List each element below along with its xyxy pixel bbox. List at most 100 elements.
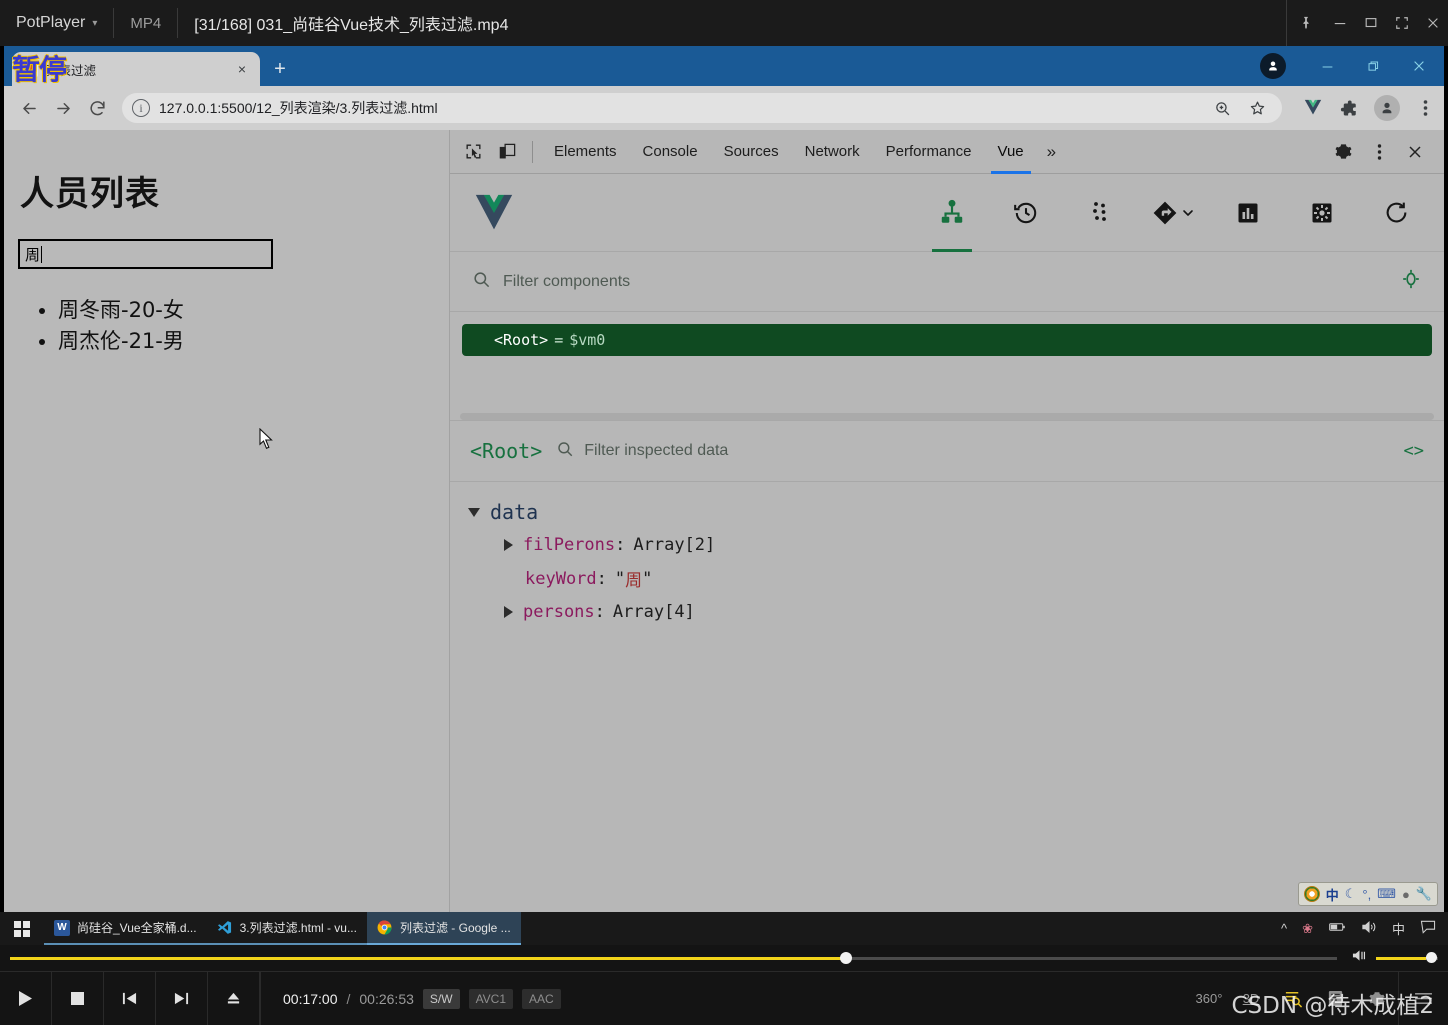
volume-slider[interactable] (1376, 952, 1438, 963)
inspect-element-icon[interactable] (456, 135, 490, 169)
tab-console[interactable]: Console (630, 130, 711, 174)
tab-performance[interactable]: Performance (873, 130, 985, 174)
forward-arrow-icon[interactable] (46, 91, 80, 125)
close-tab-icon[interactable]: × (232, 59, 252, 79)
badge-sw[interactable]: S/W (422, 988, 460, 1009)
close-icon[interactable] (1417, 0, 1448, 46)
seek-progress (10, 956, 846, 960)
badge-audio-codec[interactable]: AAC (522, 988, 561, 1009)
volume-icon[interactable] (1351, 948, 1368, 968)
taskbar-item-chrome[interactable]: 列表过滤 - Google ... (366, 912, 521, 945)
battery-icon[interactable] (1328, 921, 1346, 936)
pin-icon[interactable] (1286, 0, 1324, 46)
star-icon[interactable] (1246, 97, 1268, 119)
ime-mode-label[interactable]: 中 (1326, 885, 1339, 904)
minimize-icon[interactable] (1304, 46, 1350, 86)
vr-360-button[interactable]: 360° (1188, 972, 1230, 1025)
play-button[interactable] (0, 971, 52, 1025)
playlist-icon[interactable] (1314, 972, 1356, 1025)
chevron-down-icon[interactable] (468, 507, 480, 517)
search-input[interactable]: 周 (18, 239, 273, 269)
data-row[interactable]: persons: Array[4] (504, 602, 1444, 622)
user-icon[interactable]: ● (1402, 887, 1410, 902)
tab-network[interactable]: Network (792, 130, 873, 174)
reload-icon[interactable] (80, 91, 114, 125)
zoom-icon[interactable] (1211, 97, 1233, 119)
tab-elements[interactable]: Elements (541, 130, 630, 174)
vue-devtools-extension-icon[interactable] (1302, 97, 1324, 119)
moon-icon[interactable]: ☾ (1345, 886, 1357, 902)
keyboard-icon[interactable]: ⌨ (1377, 886, 1396, 902)
notifications-icon[interactable] (1420, 920, 1436, 937)
component-tree-scrollbar[interactable] (460, 413, 1434, 420)
eject-button[interactable] (208, 971, 260, 1025)
select-component-target-icon[interactable] (1400, 268, 1422, 295)
toolbox-icon[interactable]: 🔧 (1416, 886, 1432, 902)
restore-icon[interactable] (1350, 46, 1396, 86)
stop-button[interactable] (52, 971, 104, 1025)
profile-icon[interactable] (1374, 95, 1400, 121)
devtools-close-icon[interactable] (1398, 135, 1432, 169)
filter-components-input[interactable]: Filter components (503, 273, 630, 291)
components-tree-icon[interactable] (926, 184, 978, 252)
url-text: 127.0.0.1:5500/12_列表渲染/3.列表过滤.html (159, 100, 438, 116)
tab-vue[interactable]: Vue (985, 130, 1037, 174)
chrome-menu-icon[interactable] (1414, 97, 1436, 119)
close-icon[interactable] (1396, 46, 1442, 86)
previous-button[interactable] (104, 971, 156, 1025)
playlist-search-icon[interactable] (1272, 972, 1314, 1025)
vue-panel-header (450, 174, 1444, 252)
flower-icon[interactable]: ❀ (1302, 921, 1313, 937)
3d-button[interactable]: 3D (1230, 972, 1272, 1025)
seek-handle[interactable] (840, 952, 852, 964)
refresh-icon[interactable] (1370, 184, 1422, 242)
plugin-settings-icon[interactable] (1296, 184, 1348, 242)
devtools-more-icon[interactable] (1362, 135, 1396, 169)
device-toolbar-icon[interactable] (490, 135, 524, 169)
seek-slider[interactable] (10, 952, 1337, 964)
data-row[interactable]: keyWord: " 周 " (525, 566, 1444, 592)
sogou-logo-icon[interactable] (1303, 886, 1320, 902)
potplayer-app-menu[interactable]: PotPlayer ▾ (0, 0, 113, 46)
tab-sources[interactable]: Sources (711, 130, 792, 174)
fullscreen-icon[interactable] (1386, 0, 1417, 46)
badge-video-codec[interactable]: AVC1 (468, 988, 514, 1009)
component-tree-row-root[interactable]: <Root> = $vm0 (462, 324, 1432, 356)
volume-handle[interactable] (1426, 952, 1437, 963)
filter-inspected-data-input[interactable]: Filter inspected data (584, 442, 728, 460)
chrome-window-buttons (1260, 46, 1444, 86)
show-hidden-icons-chevron[interactable]: ^ (1281, 921, 1287, 936)
edit-code-icon[interactable]: <> (1404, 441, 1424, 461)
ime-language-label[interactable]: 中 (1392, 919, 1405, 938)
address-bar[interactable]: i 127.0.0.1:5500/12_列表渲染/3.列表过滤.html (122, 93, 1282, 123)
volume-icon[interactable] (1361, 920, 1377, 937)
data-group-header[interactable]: data (468, 500, 1444, 524)
punctuation-icon[interactable]: °, (1362, 887, 1371, 902)
chevron-right-icon[interactable] (504, 606, 513, 618)
timeline-history-icon[interactable] (1000, 184, 1052, 242)
devtools-settings-gear-icon[interactable] (1326, 135, 1360, 169)
extensions-puzzle-icon[interactable] (1338, 97, 1360, 119)
filter-components-bar[interactable]: Filter components (450, 252, 1444, 312)
routes-icon[interactable] (1148, 184, 1200, 242)
devtools-actions (1326, 135, 1438, 169)
ime-toolbar[interactable]: 中 ☾ °, ⌨ ● 🔧 (1297, 882, 1438, 906)
settings-icon[interactable] (1356, 972, 1398, 1025)
minimize-icon[interactable] (1324, 0, 1355, 46)
chevron-right-icon[interactable] (504, 539, 513, 551)
vuex-state-icon[interactable] (1074, 184, 1126, 242)
taskbar-item-word[interactable]: W 尚硅谷_Vue全家桶.d... (44, 912, 207, 945)
data-row[interactable]: filPerons: Array[2] (504, 535, 1444, 555)
windows-start-icon[interactable] (0, 920, 44, 937)
more-tabs-icon[interactable]: » (1037, 142, 1066, 162)
menu-icon[interactable] (1398, 971, 1448, 1025)
taskbar-item-vscode[interactable]: 3.列表过滤.html - vu... (206, 912, 367, 945)
back-arrow-icon[interactable] (12, 91, 46, 125)
performance-chart-icon[interactable] (1222, 184, 1274, 242)
new-tab-button[interactable]: + (266, 55, 294, 83)
profile-avatar[interactable] (1260, 53, 1286, 79)
browser-tab[interactable]: 列表过滤 × (12, 52, 260, 86)
next-button[interactable] (156, 971, 208, 1025)
page-info-icon[interactable]: i (132, 99, 150, 117)
maximize-icon[interactable] (1355, 0, 1386, 46)
